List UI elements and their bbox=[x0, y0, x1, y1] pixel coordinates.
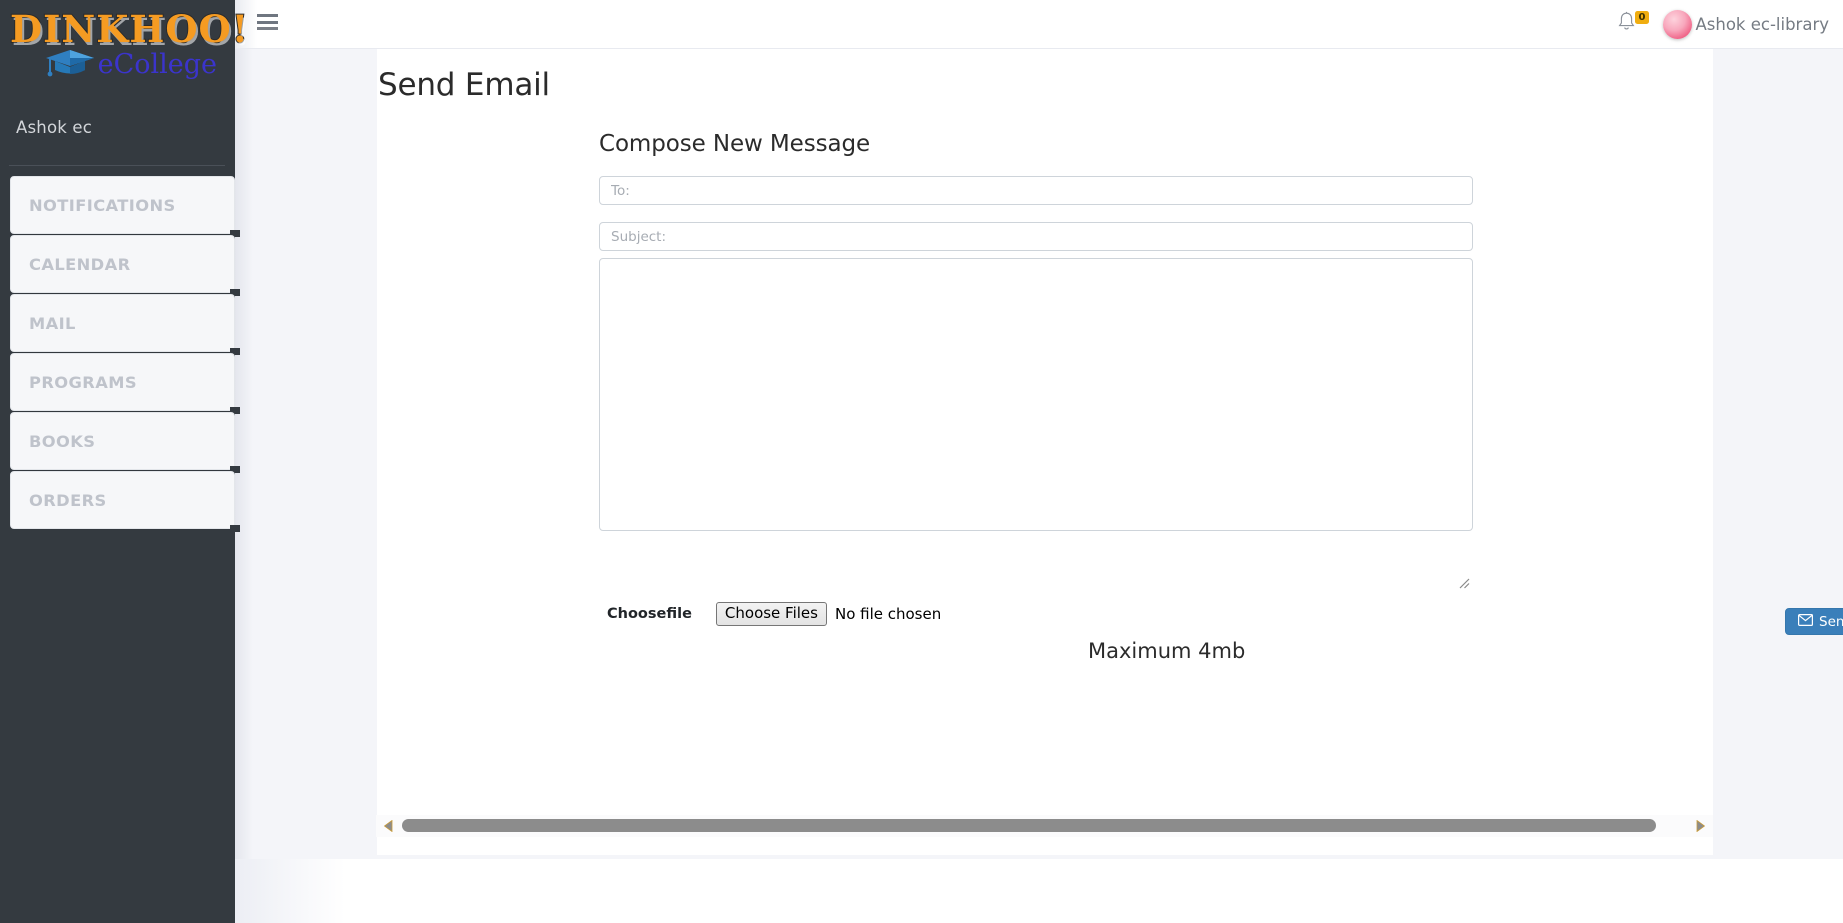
compose-heading: Compose New Message bbox=[599, 131, 871, 157]
app-root: DINKHOO! eCollege Ashok ec NOTIFICATIONS… bbox=[0, 0, 1843, 923]
sidebar-item-label: ORDERS bbox=[29, 490, 107, 510]
sidebar-item-label: MAIL bbox=[29, 313, 76, 333]
logo-secondary-text: eCollege bbox=[97, 48, 217, 80]
notification-count-badge: 0 bbox=[1634, 11, 1650, 24]
avatar[interactable] bbox=[1662, 9, 1692, 39]
page-body: Send Email Compose New Message Choosefil… bbox=[235, 49, 1843, 859]
subject-input[interactable] bbox=[599, 222, 1473, 251]
logo-primary-text: DINKHOO! bbox=[9, 7, 250, 51]
header-right-group: 0 Ashok ec-library bbox=[1617, 0, 1830, 48]
send-button-label: Send bbox=[1819, 613, 1843, 630]
page-title: Send Email bbox=[378, 67, 550, 103]
sidebar-item-label: BOOKS bbox=[29, 431, 96, 451]
max-size-note: Maximum 4mb bbox=[1088, 639, 1246, 663]
hamburger-bar bbox=[257, 27, 278, 30]
file-input[interactable]: Choose Files No file chosen bbox=[715, 602, 942, 626]
brand-logo[interactable]: DINKHOO! eCollege bbox=[0, 0, 250, 100]
sidebar-item-books[interactable]: BOOKS bbox=[10, 412, 240, 473]
content-left-shadow bbox=[235, 49, 253, 859]
hamburger-menu-icon[interactable] bbox=[257, 14, 278, 32]
hamburger-bar bbox=[257, 14, 278, 17]
scroll-left-arrow-icon[interactable] bbox=[376, 815, 402, 837]
choose-file-label: Choosefile bbox=[607, 606, 692, 622]
nav-corner-tick bbox=[230, 525, 240, 532]
hamburger-bar bbox=[257, 20, 278, 24]
top-header-bar: 0 Ashok ec-library bbox=[235, 0, 1843, 49]
sidebar-nav: NOTIFICATIONS CALENDAR MAIL PROGRAMS BOO… bbox=[10, 176, 240, 532]
footer-left-shadow bbox=[235, 859, 345, 923]
scrollbar-thumb[interactable] bbox=[402, 819, 1656, 832]
sidebar-item-label: CALENDAR bbox=[29, 254, 131, 274]
envelope-icon bbox=[1798, 613, 1814, 630]
sidebar-item-notifications[interactable]: NOTIFICATIONS bbox=[10, 176, 240, 237]
scroll-right-arrow-icon[interactable] bbox=[1687, 815, 1713, 837]
send-button[interactable]: Send bbox=[1785, 608, 1843, 635]
textarea-resize-handle[interactable] bbox=[1457, 576, 1470, 589]
attachment-row: Choosefile Choose Files No file chosen bbox=[607, 602, 941, 626]
to-input[interactable] bbox=[599, 176, 1473, 205]
sidebar-item-label: NOTIFICATIONS bbox=[29, 195, 176, 215]
message-body-textarea[interactable] bbox=[599, 258, 1473, 531]
graduation-cap-icon bbox=[44, 47, 96, 82]
scrollbar-track[interactable] bbox=[402, 815, 1687, 837]
sidebar-item-orders[interactable]: ORDERS bbox=[10, 471, 240, 532]
page-footer bbox=[235, 859, 1843, 923]
sidebar-user-label: Ashok ec bbox=[16, 118, 93, 137]
horizontal-scrollbar[interactable] bbox=[376, 815, 1713, 837]
no-file-chosen-text: No file chosen bbox=[834, 605, 942, 623]
sidebar: DINKHOO! eCollege Ashok ec NOTIFICATIONS… bbox=[0, 0, 250, 923]
notifications-button[interactable]: 0 bbox=[1617, 9, 1655, 39]
sidebar-item-programs[interactable]: PROGRAMS bbox=[10, 353, 240, 414]
sidebar-divider bbox=[9, 165, 225, 166]
choose-files-button[interactable]: Choose Files bbox=[715, 602, 827, 626]
content-card: Send Email Compose New Message Choosefil… bbox=[377, 49, 1843, 855]
sidebar-item-label: PROGRAMS bbox=[29, 372, 137, 392]
sidebar-item-mail[interactable]: MAIL bbox=[10, 294, 240, 355]
sidebar-item-calendar[interactable]: CALENDAR bbox=[10, 235, 240, 296]
notification-bell-icon bbox=[1617, 11, 1636, 37]
header-user-name[interactable]: Ashok ec-library bbox=[1696, 15, 1830, 34]
